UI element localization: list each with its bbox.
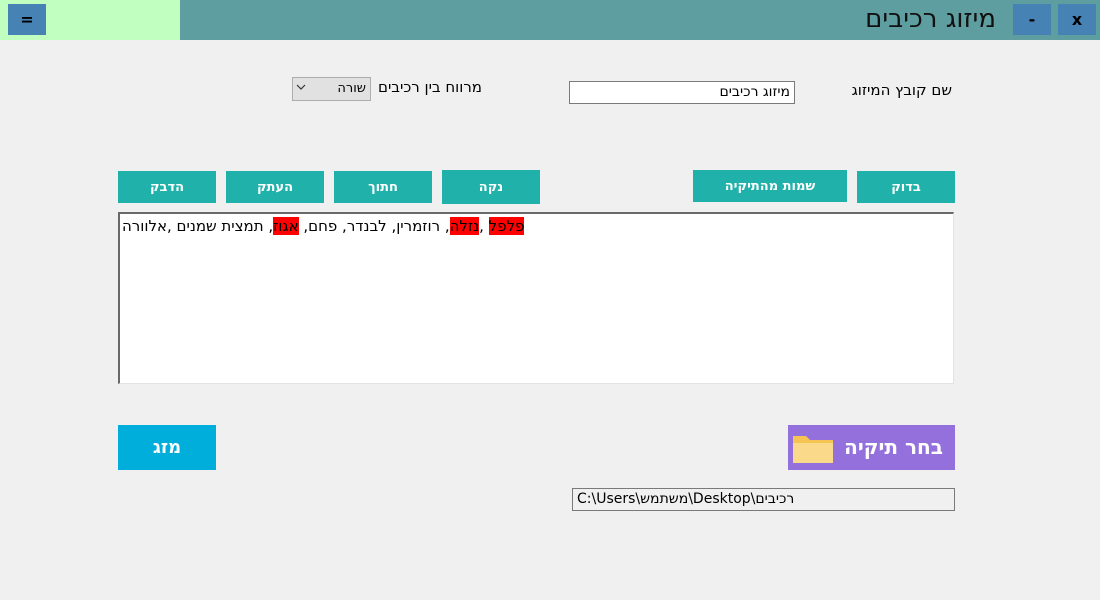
choose-folder-button[interactable]: בחר תיקיה — [788, 425, 955, 470]
names-from-folder-button[interactable]: שמות מהתיקיה — [693, 170, 847, 202]
spacing-select[interactable]: שורה — [292, 77, 371, 101]
text-segment-highlighted: נזלה — [449, 217, 480, 235]
text-segment: , תמצית שמנים ,אלוורה — [122, 217, 274, 235]
clear-button[interactable]: נקה — [442, 170, 540, 204]
file-name-input[interactable]: מיזוג רכיבים — [569, 81, 795, 104]
close-button[interactable]: x — [1058, 4, 1096, 35]
menu-button[interactable]: = — [8, 4, 46, 35]
ingredients-textarea[interactable]: פלפל ,נזלה, רוזמרין, לבנדר, פחם, אגוז, ת… — [118, 212, 954, 384]
folder-path-field[interactable]: C:\Users\משתמש\Desktop\רכיבים — [572, 488, 955, 511]
text-segment: , רוזמרין, לבנדר, פחם, — [298, 217, 450, 235]
spacing-label: מרווח בין רכיבים — [377, 78, 482, 96]
text-segment-highlighted: פלפל — [488, 217, 525, 235]
choose-folder-label: בחר תיקיה — [844, 435, 943, 459]
minimize-button[interactable]: - — [1013, 4, 1051, 35]
text-segment-highlighted: אגוז — [273, 217, 299, 235]
mix-button[interactable]: מזג — [118, 425, 216, 470]
spacing-select-value: שורה — [337, 81, 366, 96]
chevron-down-icon — [296, 84, 306, 90]
window-title: מיזוג רכיבים — [865, 4, 996, 34]
file-name-label: שם קובץ המיזוג — [851, 81, 952, 99]
folder-icon — [793, 436, 833, 463]
cut-button[interactable]: חתוך — [334, 171, 432, 203]
copy-button[interactable]: העתק — [226, 171, 324, 203]
paste-button[interactable]: הדבק — [118, 171, 216, 203]
check-button[interactable]: בדוק — [857, 171, 955, 203]
textarea-line: פלפל ,נזלה, רוזמרין, לבנדר, פחם, אגוז, ת… — [122, 217, 525, 235]
text-segment: , — [479, 217, 489, 235]
